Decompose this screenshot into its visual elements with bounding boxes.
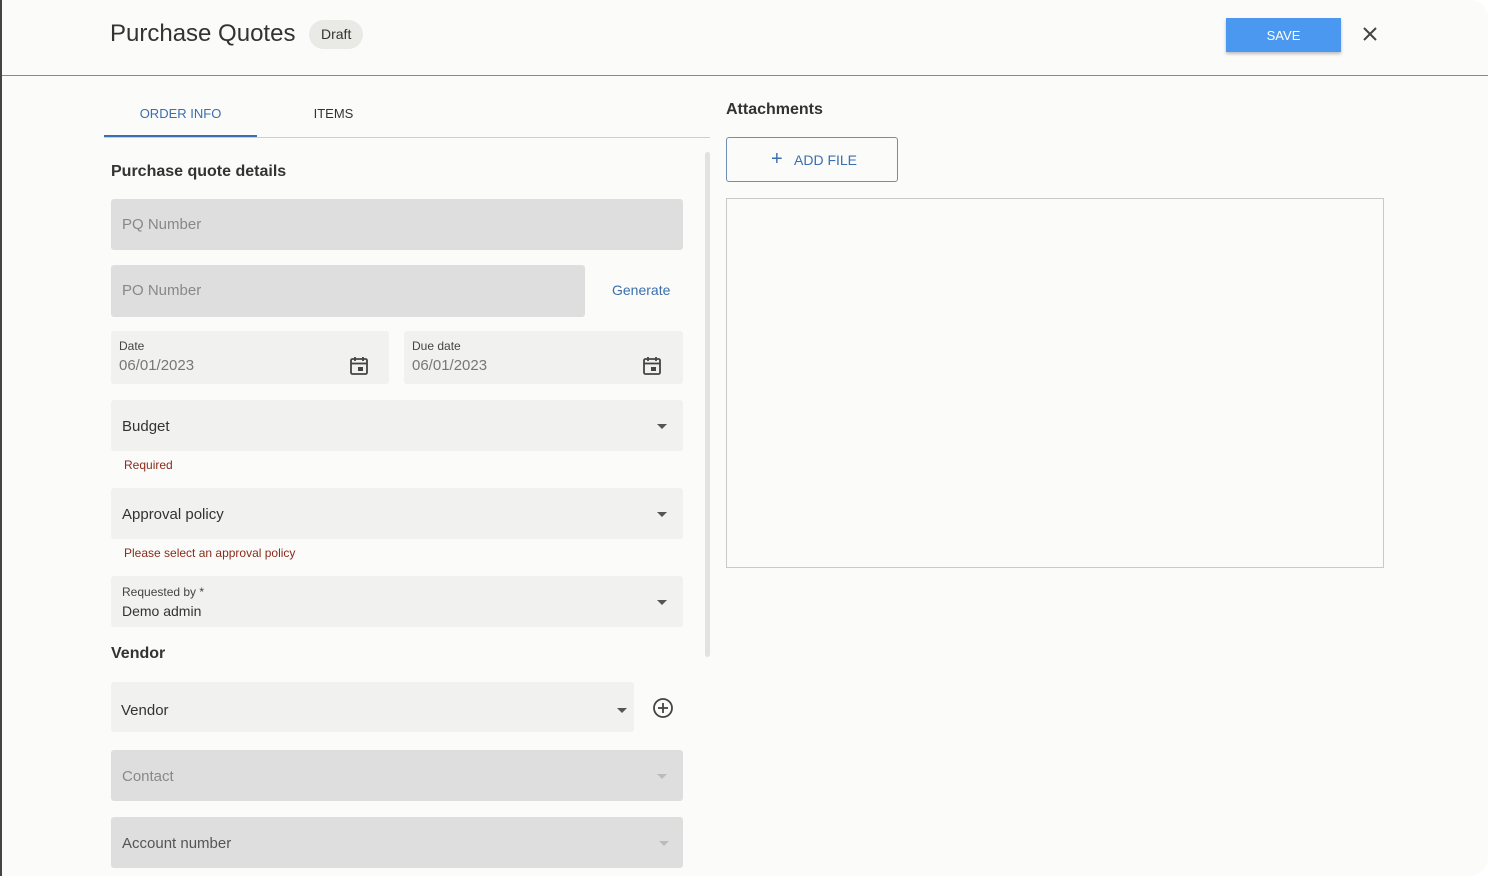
- chevron-down-icon: [657, 424, 667, 429]
- generate-button[interactable]: Generate: [612, 282, 670, 298]
- budget-helper-text: Required: [124, 458, 173, 472]
- pq-number-placeholder: PQ Number: [122, 216, 202, 233]
- account-number-select[interactable]: Account number: [111, 817, 683, 868]
- chevron-down-icon: [657, 512, 667, 517]
- po-number-field[interactable]: PO Number: [111, 265, 585, 317]
- close-icon: [1363, 27, 1377, 41]
- vendor-section-title: Vendor: [111, 645, 166, 662]
- dialog-header: Purchase Quotes Draft SAVE: [2, 0, 1488, 76]
- due-date-label: Due date: [412, 339, 461, 353]
- add-circle-icon[interactable]: [652, 697, 674, 719]
- requested-by-value: Demo admin: [122, 603, 202, 619]
- contact-select[interactable]: Contact: [111, 750, 683, 801]
- approval-policy-placeholder: Approval policy: [122, 506, 224, 523]
- chevron-down-icon: [617, 708, 627, 713]
- status-badge: Draft: [309, 20, 364, 49]
- requested-by-label: Requested by *: [122, 585, 205, 599]
- budget-placeholder: Budget: [122, 418, 170, 435]
- chevron-down-icon: [657, 600, 667, 605]
- attachments-title: Attachments: [726, 101, 823, 118]
- date-value: 06/01/2023: [119, 357, 195, 374]
- form-scrollbar[interactable]: [705, 152, 710, 657]
- vendor-select[interactable]: Vendor: [111, 682, 634, 732]
- calendar-icon[interactable]: [348, 355, 370, 377]
- tab-order-info[interactable]: ORDER INFO: [104, 96, 257, 137]
- tab-items[interactable]: ITEMS: [257, 96, 410, 137]
- pq-number-field[interactable]: PQ Number: [111, 199, 683, 250]
- close-button[interactable]: [1358, 22, 1382, 46]
- chevron-down-icon: [659, 841, 669, 846]
- due-date-value: 06/01/2023: [412, 357, 488, 374]
- calendar-icon[interactable]: [641, 355, 663, 377]
- requested-by-select[interactable]: Requested by * Demo admin: [111, 576, 683, 627]
- due-date-field[interactable]: Due date 06/01/2023: [404, 331, 683, 384]
- contact-placeholder: Contact: [122, 768, 174, 785]
- plus-icon: +: [771, 148, 783, 170]
- account-number-placeholder: Account number: [122, 835, 232, 852]
- attachments-dropzone[interactable]: [726, 198, 1384, 568]
- chevron-down-icon: [657, 774, 667, 779]
- date-label: Date: [119, 339, 145, 353]
- tab-bar: ORDER INFO ITEMS: [104, 96, 710, 138]
- purchase-quote-dialog: Purchase Quotes Draft SAVE ORDER INFO IT…: [0, 0, 1488, 876]
- vendor-placeholder: Vendor: [121, 702, 169, 719]
- add-file-label: ADD FILE: [794, 152, 858, 168]
- page-title: Purchase Quotes: [110, 20, 296, 47]
- approval-helper-text: Please select an approval policy: [124, 546, 296, 560]
- date-field[interactable]: Date 06/01/2023: [111, 331, 389, 384]
- save-button[interactable]: SAVE: [1226, 18, 1341, 52]
- budget-select[interactable]: Budget: [111, 400, 683, 451]
- approval-policy-select[interactable]: Approval policy: [111, 488, 683, 539]
- po-number-placeholder: PO Number: [122, 282, 202, 299]
- add-file-button[interactable]: + ADD FILE: [726, 137, 898, 182]
- details-section-title: Purchase quote details: [111, 163, 287, 180]
